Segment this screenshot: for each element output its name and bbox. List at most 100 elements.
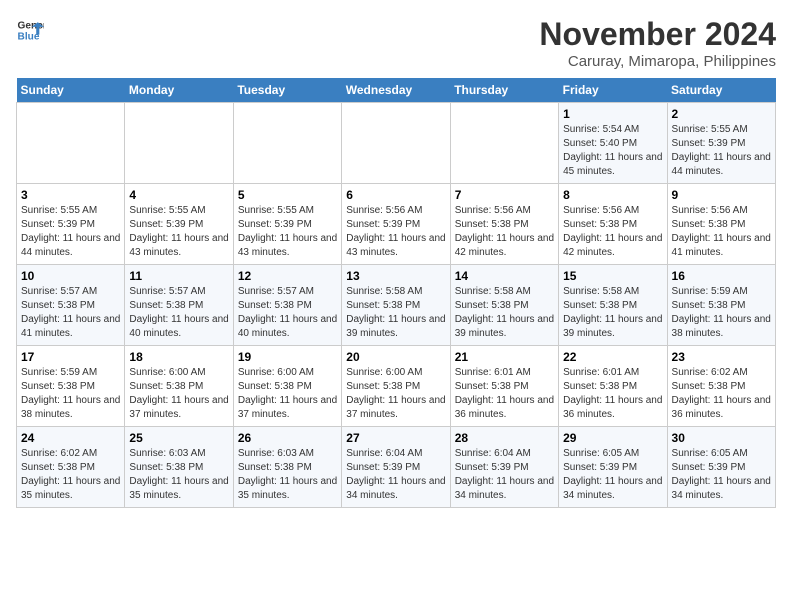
day-info: Sunrise: 5:59 AMSunset: 5:38 PMDaylight:…	[672, 285, 771, 341]
day-number: 1	[563, 107, 662, 121]
day-number: 8	[563, 188, 662, 202]
calendar-cell: 1 Sunrise: 5:54 AMSunset: 5:40 PMDaylight…	[559, 103, 667, 184]
calendar-cell: 28 Sunrise: 6:04 AMSunset: 5:39 PMDayligh…	[450, 427, 558, 508]
calendar-cell: 17 Sunrise: 5:59 AMSunset: 5:38 PMDayligh…	[17, 346, 125, 427]
day-info: Sunrise: 6:04 AMSunset: 5:39 PMDaylight:…	[455, 447, 554, 503]
calendar-cell: 20 Sunrise: 6:00 AMSunset: 5:38 PMDayligh…	[342, 346, 450, 427]
day-number: 28	[455, 431, 554, 445]
calendar-cell: 29Sunrise: 6:05 AMSunset: 5:39 PMDayligh…	[559, 427, 667, 508]
day-info: Sunrise: 6:02 AMSunset: 5:38 PMDaylight:…	[21, 447, 120, 503]
day-info: Sunrise: 6:05 AMSunset: 5:39 PMDaylight:…	[672, 447, 771, 503]
calendar-table: SundayMondayTuesdayWednesdayThursdayFrid…	[16, 78, 776, 508]
day-number: 14	[455, 269, 554, 283]
day-info: Sunrise: 5:57 AMSunset: 5:38 PMDaylight:…	[129, 285, 228, 341]
calendar-header-row: SundayMondayTuesdayWednesdayThursdayFrid…	[17, 78, 776, 103]
day-info: Sunrise: 5:56 AMSunset: 5:39 PMDaylight:…	[346, 204, 445, 260]
day-info: Sunrise: 5:55 AMSunset: 5:39 PMDaylight:…	[672, 123, 771, 179]
month-title: November 2024	[539, 16, 776, 53]
calendar-cell: 5 Sunrise: 5:55 AMSunset: 5:39 PMDaylight…	[233, 184, 341, 265]
calendar-cell: 9Sunrise: 5:56 AMSunset: 5:38 PMDaylight…	[667, 184, 775, 265]
calendar-cell: 15 Sunrise: 5:58 AMSunset: 5:38 PMDayligh…	[559, 265, 667, 346]
calendar-cell: 11 Sunrise: 5:57 AMSunset: 5:38 PMDayligh…	[125, 265, 233, 346]
day-number: 25	[129, 431, 228, 445]
logo-icon: General Blue	[16, 16, 44, 44]
day-number: 22	[563, 350, 662, 364]
day-number: 23	[672, 350, 771, 364]
day-number: 18	[129, 350, 228, 364]
day-info: Sunrise: 6:03 AMSunset: 5:38 PMDaylight:…	[238, 447, 337, 503]
calendar-cell: 18 Sunrise: 6:00 AMSunset: 5:38 PMDayligh…	[125, 346, 233, 427]
day-number: 12	[238, 269, 337, 283]
day-info: Sunrise: 6:02 AMSunset: 5:38 PMDaylight:…	[672, 366, 771, 422]
calendar-cell: 13 Sunrise: 5:58 AMSunset: 5:38 PMDayligh…	[342, 265, 450, 346]
header: General Blue November 2024 Caruray, Mima…	[16, 16, 776, 70]
calendar-cell	[17, 103, 125, 184]
day-info: Sunrise: 6:00 AMSunset: 5:38 PMDaylight:…	[238, 366, 337, 422]
calendar-cell	[125, 103, 233, 184]
calendar-cell: 2 Sunrise: 5:55 AMSunset: 5:39 PMDaylight…	[667, 103, 775, 184]
calendar-week-row: 1 Sunrise: 5:54 AMSunset: 5:40 PMDaylight…	[17, 103, 776, 184]
day-info: Sunrise: 5:57 AMSunset: 5:38 PMDaylight:…	[238, 285, 337, 341]
day-info: Sunrise: 5:56 AMSunset: 5:38 PMDaylight:…	[563, 204, 662, 260]
day-header-tuesday: Tuesday	[233, 78, 341, 103]
calendar-cell: 25 Sunrise: 6:03 AMSunset: 5:38 PMDayligh…	[125, 427, 233, 508]
day-info: Sunrise: 5:57 AMSunset: 5:38 PMDaylight:…	[21, 285, 120, 341]
subtitle: Caruray, Mimaropa, Philippines	[539, 53, 776, 70]
day-info: Sunrise: 5:55 AMSunset: 5:39 PMDaylight:…	[238, 204, 337, 260]
day-number: 30	[672, 431, 771, 445]
day-number: 19	[238, 350, 337, 364]
day-number: 2	[672, 107, 771, 121]
day-number: 17	[21, 350, 120, 364]
day-info: Sunrise: 5:58 AMSunset: 5:38 PMDaylight:…	[346, 285, 445, 341]
day-number: 6	[346, 188, 445, 202]
day-info: Sunrise: 6:01 AMSunset: 5:38 PMDaylight:…	[455, 366, 554, 422]
day-info: Sunrise: 6:00 AMSunset: 5:38 PMDaylight:…	[346, 366, 445, 422]
day-info: Sunrise: 5:55 AMSunset: 5:39 PMDaylight:…	[129, 204, 228, 260]
day-number: 3	[21, 188, 120, 202]
day-header-friday: Friday	[559, 78, 667, 103]
calendar-cell: 14Sunrise: 5:58 AMSunset: 5:38 PMDayligh…	[450, 265, 558, 346]
day-number: 24	[21, 431, 120, 445]
day-number: 5	[238, 188, 337, 202]
calendar-cell: 7 Sunrise: 5:56 AMSunset: 5:38 PMDaylight…	[450, 184, 558, 265]
calendar-cell: 26 Sunrise: 6:03 AMSunset: 5:38 PMDayligh…	[233, 427, 341, 508]
day-info: Sunrise: 5:54 AMSunset: 5:40 PMDaylight:…	[563, 123, 662, 179]
day-info: Sunrise: 6:00 AMSunset: 5:38 PMDaylight:…	[129, 366, 228, 422]
calendar-cell: 19 Sunrise: 6:00 AMSunset: 5:38 PMDayligh…	[233, 346, 341, 427]
calendar-cell: 24 Sunrise: 6:02 AMSunset: 5:38 PMDayligh…	[17, 427, 125, 508]
calendar-week-row: 24 Sunrise: 6:02 AMSunset: 5:38 PMDayligh…	[17, 427, 776, 508]
day-header-saturday: Saturday	[667, 78, 775, 103]
day-header-thursday: Thursday	[450, 78, 558, 103]
day-info: Sunrise: 5:56 AMSunset: 5:38 PMDaylight:…	[455, 204, 554, 260]
day-number: 11	[129, 269, 228, 283]
day-number: 15	[563, 269, 662, 283]
calendar-cell	[342, 103, 450, 184]
calendar-cell	[450, 103, 558, 184]
title-area: November 2024 Caruray, Mimaropa, Philipp…	[539, 16, 776, 70]
calendar-cell: 27Sunrise: 6:04 AMSunset: 5:39 PMDayligh…	[342, 427, 450, 508]
calendar-week-row: 17 Sunrise: 5:59 AMSunset: 5:38 PMDayligh…	[17, 346, 776, 427]
day-number: 26	[238, 431, 337, 445]
calendar-week-row: 10 Sunrise: 5:57 AMSunset: 5:38 PMDayligh…	[17, 265, 776, 346]
calendar-cell: 21 Sunrise: 6:01 AMSunset: 5:38 PMDayligh…	[450, 346, 558, 427]
calendar-cell	[233, 103, 341, 184]
day-number: 21	[455, 350, 554, 364]
day-info: Sunrise: 6:03 AMSunset: 5:38 PMDaylight:…	[129, 447, 228, 503]
day-header-monday: Monday	[125, 78, 233, 103]
day-number: 4	[129, 188, 228, 202]
calendar-cell: 12 Sunrise: 5:57 AMSunset: 5:38 PMDayligh…	[233, 265, 341, 346]
day-number: 13	[346, 269, 445, 283]
day-number: 16	[672, 269, 771, 283]
calendar-cell: 4 Sunrise: 5:55 AMSunset: 5:39 PMDaylight…	[125, 184, 233, 265]
day-number: 7	[455, 188, 554, 202]
calendar-cell: 10 Sunrise: 5:57 AMSunset: 5:38 PMDayligh…	[17, 265, 125, 346]
day-number: 10	[21, 269, 120, 283]
calendar-body: 1 Sunrise: 5:54 AMSunset: 5:40 PMDaylight…	[17, 103, 776, 508]
day-info: Sunrise: 5:59 AMSunset: 5:38 PMDaylight:…	[21, 366, 120, 422]
day-info: Sunrise: 5:56 AMSunset: 5:38 PMDaylight:…	[672, 204, 771, 260]
day-info: Sunrise: 6:01 AMSunset: 5:38 PMDaylight:…	[563, 366, 662, 422]
calendar-cell: 16 Sunrise: 5:59 AMSunset: 5:38 PMDayligh…	[667, 265, 775, 346]
day-info: Sunrise: 5:58 AMSunset: 5:38 PMDaylight:…	[563, 285, 662, 341]
day-number: 20	[346, 350, 445, 364]
day-info: Sunrise: 5:55 AMSunset: 5:39 PMDaylight:…	[21, 204, 120, 260]
